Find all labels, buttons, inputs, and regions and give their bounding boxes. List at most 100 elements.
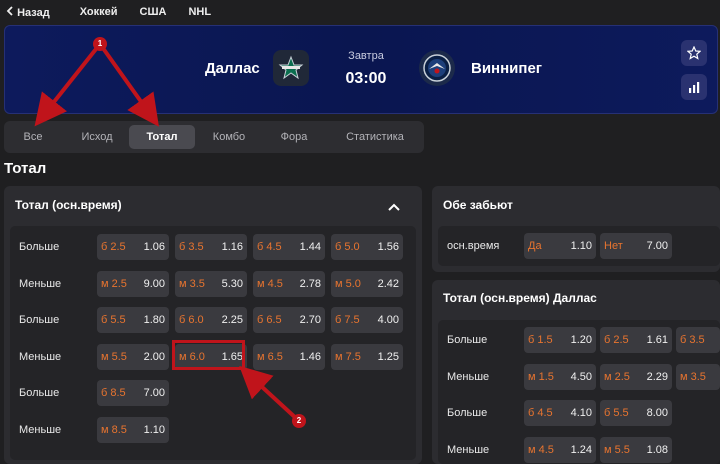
bet-odds: 1.24 xyxy=(570,443,592,456)
bet-line: Нет xyxy=(604,240,623,252)
bet-odds: 7.00 xyxy=(646,240,668,252)
bet-odds: 2.29 xyxy=(646,370,668,383)
row-label: Больше xyxy=(19,387,60,399)
odds-cell[interactable]: б 5.5 8.00 xyxy=(600,400,672,426)
breadcrumb-country[interactable]: США xyxy=(140,6,167,18)
odds-cell[interactable]: м 3.5 xyxy=(676,363,720,390)
bet-line: Да xyxy=(528,240,542,252)
bet-odds: 1.61 xyxy=(646,334,668,346)
tab-outcome[interactable]: Исход xyxy=(68,125,126,149)
odds-cell[interactable]: м 7.5 1.25 xyxy=(331,343,403,370)
odds-cell[interactable]: б 4.5 4.10 xyxy=(524,400,596,426)
statistics-button[interactable] xyxy=(681,74,707,100)
bet-odds: 5.30 xyxy=(221,277,243,290)
odds-cell[interactable]: м 1.5 4.50 xyxy=(524,363,596,390)
tab-all[interactable]: Все xyxy=(12,125,54,149)
odds-cell[interactable]: б 5.5 1.80 xyxy=(97,307,169,333)
row-label: Меньше xyxy=(447,443,490,456)
bet-line: б 4.5 xyxy=(257,241,282,253)
bet-line: б 5.0 xyxy=(335,241,360,253)
row-label: Меньше xyxy=(447,370,490,383)
bet-line: м 7.5 xyxy=(335,350,361,363)
row-label: Больше xyxy=(19,241,60,253)
odds-cell[interactable]: б 2.5 1.61 xyxy=(600,327,672,353)
bet-line: м 3.5 xyxy=(680,370,706,383)
tab-statistics[interactable]: Статистика xyxy=(334,125,416,149)
odds-cell[interactable]: б 7.5 4.00 xyxy=(331,307,403,333)
section-title: Тотал xyxy=(4,160,47,177)
bet-odds: 1.25 xyxy=(377,350,399,363)
row-label: Больше xyxy=(447,407,488,419)
bet-line: м 2.5 xyxy=(604,370,630,383)
bet-odds: 1.80 xyxy=(143,314,165,326)
odds-cell[interactable]: м 6.5 1.46 xyxy=(253,343,325,370)
bet-line: м 2.5 xyxy=(101,277,127,290)
odds-cell[interactable]: б 6.0 2.25 xyxy=(175,307,247,333)
row-label: осн.время xyxy=(447,240,500,252)
bet-line: б 5.5 xyxy=(604,407,629,419)
odds-cell[interactable]: б 1.5 1.20 xyxy=(524,327,596,353)
bet-odds: 1.10 xyxy=(570,240,592,252)
odds-cell[interactable]: м 4.5 2.78 xyxy=(253,270,325,297)
odds-cell[interactable]: б 6.5 2.70 xyxy=(253,307,325,333)
bet-odds: 2.70 xyxy=(299,314,321,326)
dallas-total-title: Тотал (осн.время) Даллас xyxy=(443,291,597,305)
back-button[interactable]: Назад xyxy=(6,5,50,19)
bet-line: б 2.5 xyxy=(101,241,126,253)
breadcrumb-league[interactable]: NHL xyxy=(188,6,211,18)
odds-cell[interactable]: м 5.5 1.08 xyxy=(600,436,672,463)
odds-cell[interactable]: Да 1.10 xyxy=(524,233,596,259)
odds-cell[interactable]: м 5.0 2.42 xyxy=(331,270,403,297)
chevron-up-icon xyxy=(388,203,400,211)
bet-odds: 8.00 xyxy=(646,407,668,419)
bet-line: б 6.0 xyxy=(179,314,204,326)
match-day: Завтра xyxy=(348,50,384,62)
bet-odds: 2.00 xyxy=(143,350,165,363)
bet-line: м 4.5 xyxy=(528,443,554,456)
highlight-box xyxy=(172,340,245,370)
bet-line: б 2.5 xyxy=(604,334,629,346)
bet-odds: 4.50 xyxy=(570,370,592,383)
bet-odds: 1.08 xyxy=(646,443,668,456)
odds-cell[interactable]: б 8.5 7.00 xyxy=(97,380,169,406)
annotation-badge-2: 2 xyxy=(292,414,306,428)
collapse-button[interactable] xyxy=(385,199,403,217)
bet-odds: 4.00 xyxy=(377,314,399,326)
odds-cell[interactable]: м 2.5 2.29 xyxy=(600,363,672,390)
bet-odds: 4.10 xyxy=(570,407,592,419)
bet-line: б 1.5 xyxy=(528,334,553,346)
star-icon xyxy=(687,46,701,60)
row-label: Меньше xyxy=(19,423,62,436)
breadcrumb-sport[interactable]: Хоккей xyxy=(80,6,118,18)
odds-cell[interactable]: м 5.5 2.00 xyxy=(97,343,169,370)
total-panel-title: Тотал (осн.время) xyxy=(15,198,122,212)
bet-odds: 1.20 xyxy=(570,334,592,346)
dallas-stars-logo xyxy=(273,50,309,86)
odds-cell[interactable]: б 4.5 1.44 xyxy=(253,234,325,260)
chevron-left-icon xyxy=(6,5,13,16)
favorite-button[interactable] xyxy=(681,40,707,66)
top-nav: Назад Хоккей США NHL xyxy=(0,0,720,24)
bet-line: м 4.5 xyxy=(257,277,283,290)
odds-cell[interactable]: м 4.5 1.24 xyxy=(524,436,596,463)
bet-line: б 5.5 xyxy=(101,314,126,326)
bet-line: б 8.5 xyxy=(101,387,126,399)
bet-line: м 1.5 xyxy=(528,370,554,383)
both-score-title: Обе забьют xyxy=(443,198,513,212)
odds-cell[interactable]: б 5.0 1.56 xyxy=(331,234,403,260)
odds-cell[interactable]: м 2.5 9.00 xyxy=(97,270,169,297)
tab-handicap[interactable]: Фора xyxy=(268,125,320,149)
odds-cell[interactable]: б 3.5 1.16 xyxy=(175,234,247,260)
odds-cell[interactable]: б 2.5 1.06 xyxy=(97,234,169,260)
winnipeg-jets-logo xyxy=(419,50,455,86)
odds-cell[interactable]: б 3.5 xyxy=(676,327,720,353)
odds-cell[interactable]: Нет 7.00 xyxy=(600,233,672,259)
away-team-name: Виннипег xyxy=(471,60,543,77)
tab-total[interactable]: Тотал xyxy=(129,125,195,149)
bet-odds: 1.10 xyxy=(143,423,165,436)
odds-cell[interactable]: м 8.5 1.10 xyxy=(97,416,169,443)
bet-line: б 3.5 xyxy=(179,241,204,253)
odds-cell[interactable]: м 3.5 5.30 xyxy=(175,270,247,297)
row-label: Меньше xyxy=(19,350,62,363)
tab-combo[interactable]: Комбо xyxy=(204,125,254,149)
